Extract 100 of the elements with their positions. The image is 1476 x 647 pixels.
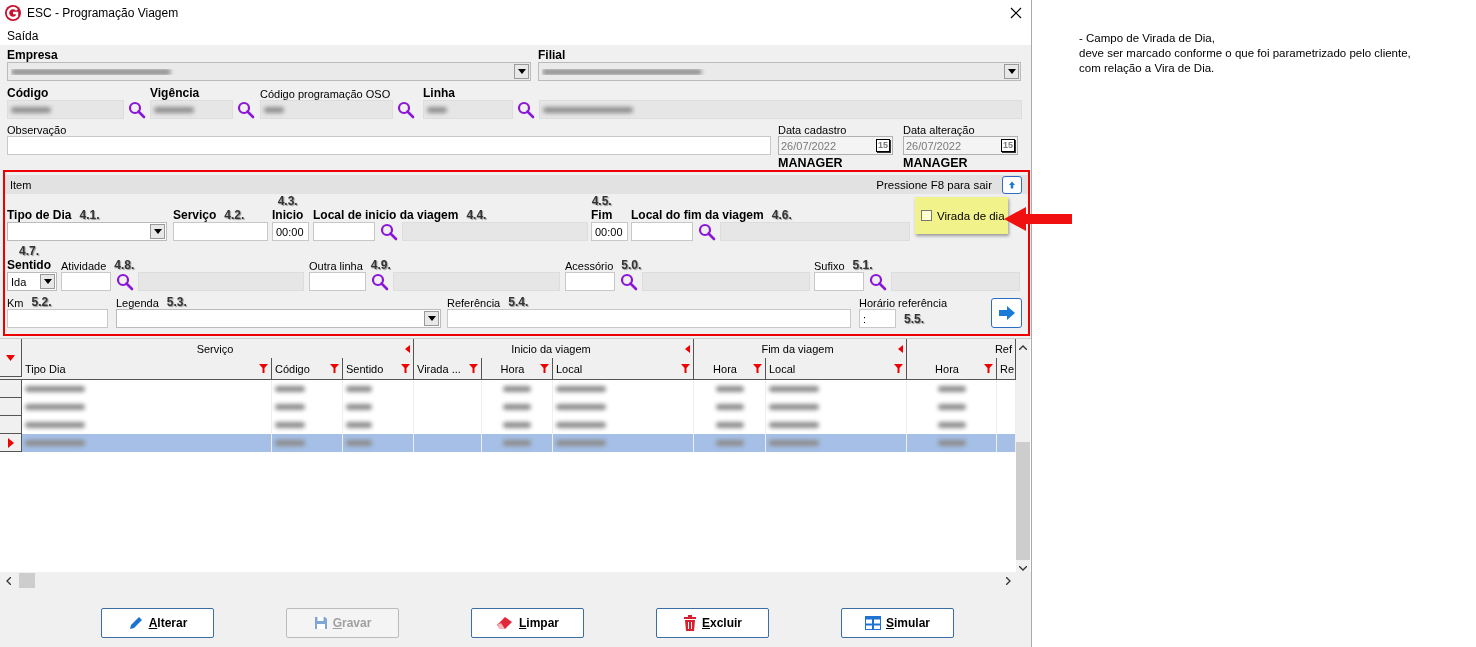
collapse-arrow-icon[interactable] <box>405 344 410 353</box>
column-header[interactable]: Hora <box>694 358 766 379</box>
column-header[interactable]: Tipo Dia <box>22 358 272 379</box>
table-row[interactable] <box>0 380 1016 398</box>
step-number: 4.8. <box>114 258 135 272</box>
calendar-icon[interactable]: 15 <box>876 139 890 152</box>
input-field[interactable] <box>260 100 393 119</box>
scroll-up-icon[interactable] <box>1019 345 1027 350</box>
date-field[interactable]: 26/07/2022 15 <box>778 136 893 155</box>
vertical-scrollbar[interactable] <box>1016 339 1030 572</box>
filter-icon[interactable] <box>330 364 339 373</box>
blurred-value <box>715 440 744 446</box>
date-field[interactable]: 26/07/2022 15 <box>903 136 1018 155</box>
step-number: 5.2. <box>31 295 52 309</box>
next-button[interactable] <box>991 298 1022 328</box>
field-label: Data cadastro <box>778 124 847 136</box>
input-field[interactable] <box>7 100 124 119</box>
search-icon[interactable] <box>237 100 255 119</box>
input-field[interactable] <box>565 272 615 291</box>
step-number: 5.4. <box>508 295 529 309</box>
search-icon[interactable] <box>697 222 716 241</box>
column-header[interactable]: Código <box>272 358 343 379</box>
column-header[interactable]: Local <box>553 358 694 379</box>
input-field[interactable] <box>447 309 851 328</box>
scroll-thumb[interactable] <box>19 573 35 588</box>
input-field[interactable]: 00:00 <box>591 222 628 241</box>
input-field[interactable] <box>631 222 693 241</box>
step-number: 4.6. <box>771 208 792 222</box>
search-icon[interactable] <box>128 100 146 119</box>
blurred-value <box>715 386 744 392</box>
table-row[interactable] <box>0 398 1016 416</box>
dropdown-field[interactable] <box>538 62 1021 81</box>
dropdown-field[interactable] <box>116 309 441 328</box>
input-field[interactable]: 00:00 <box>272 222 309 241</box>
blurred-value <box>556 422 606 428</box>
dropdown-field[interactable]: Ida <box>7 272 57 291</box>
blurred-value <box>154 106 194 113</box>
blurred-value <box>275 386 305 392</box>
dropdown-field[interactable] <box>7 62 531 81</box>
checkbox[interactable] <box>921 210 932 221</box>
column-header[interactable]: Hora <box>907 358 997 379</box>
action-button[interactable]: Limpar <box>471 608 584 638</box>
hint-text: Pressione F8 para sair <box>876 178 992 191</box>
scroll-left-icon[interactable] <box>6 576 11 585</box>
action-button[interactable]: Alterar <box>101 608 214 638</box>
input-field[interactable] <box>7 309 108 328</box>
column-header[interactable]: Virada ... <box>414 358 482 379</box>
column-header[interactable]: Hora <box>482 358 553 379</box>
field-label: Tipo de Dia <box>7 208 72 222</box>
input-field[interactable]: : <box>859 309 896 328</box>
dropdown-field[interactable] <box>7 222 167 241</box>
collapse-arrow-icon[interactable] <box>685 344 690 353</box>
sort-arrow-icon[interactable] <box>6 354 15 361</box>
menu-item[interactable]: Saída <box>7 28 39 43</box>
step-number: 4.5. <box>591 194 612 208</box>
filter-icon[interactable] <box>681 364 690 373</box>
scroll-thumb[interactable] <box>1016 442 1030 560</box>
filter-icon[interactable] <box>540 364 549 373</box>
filter-icon[interactable] <box>984 364 993 373</box>
search-icon[interactable] <box>397 100 415 119</box>
search-icon[interactable] <box>379 222 398 241</box>
collapse-button[interactable] <box>1002 175 1022 194</box>
column-header[interactable]: Local <box>766 358 907 379</box>
search-icon[interactable] <box>115 272 134 291</box>
step-number: 4.7. <box>19 244 39 258</box>
input-field[interactable] <box>313 222 375 241</box>
input-field[interactable] <box>814 272 864 291</box>
calendar-icon[interactable]: 15 <box>1001 139 1015 152</box>
filter-icon[interactable] <box>894 364 903 373</box>
filter-icon[interactable] <box>401 364 410 373</box>
input-field[interactable] <box>61 272 111 291</box>
action-button[interactable]: Simular <box>841 608 954 638</box>
collapse-arrow-icon[interactable] <box>898 344 903 353</box>
section-title: Item <box>10 178 33 191</box>
table-row[interactable] <box>0 434 1016 452</box>
blurred-value <box>25 386 85 392</box>
field-label: Sentido <box>7 258 51 272</box>
checkbox-label: Virada de dia <box>937 209 1005 222</box>
scroll-down-icon[interactable] <box>1019 566 1027 571</box>
search-icon[interactable] <box>868 272 887 291</box>
filter-icon[interactable] <box>753 364 762 373</box>
blurred-value <box>769 440 819 446</box>
scroll-right-icon[interactable] <box>1006 576 1011 585</box>
column-header[interactable]: Sentido <box>343 358 414 379</box>
horizontal-scrollbar[interactable] <box>0 572 1031 589</box>
app-logo-icon <box>5 5 21 21</box>
action-button[interactable]: Excluir <box>656 608 769 638</box>
filter-icon[interactable] <box>259 364 268 373</box>
filter-icon[interactable] <box>469 364 478 373</box>
input-field[interactable] <box>173 222 268 241</box>
input-field[interactable] <box>423 100 513 119</box>
field-label: Observação <box>7 124 67 136</box>
step-number: 5.0. <box>621 258 642 272</box>
input-field[interactable] <box>150 100 233 119</box>
blurred-value <box>346 422 372 428</box>
search-icon[interactable] <box>370 272 389 291</box>
search-icon[interactable] <box>517 100 535 119</box>
input-field[interactable] <box>309 272 366 291</box>
input-field[interactable] <box>7 136 771 155</box>
search-icon[interactable] <box>619 272 638 291</box>
